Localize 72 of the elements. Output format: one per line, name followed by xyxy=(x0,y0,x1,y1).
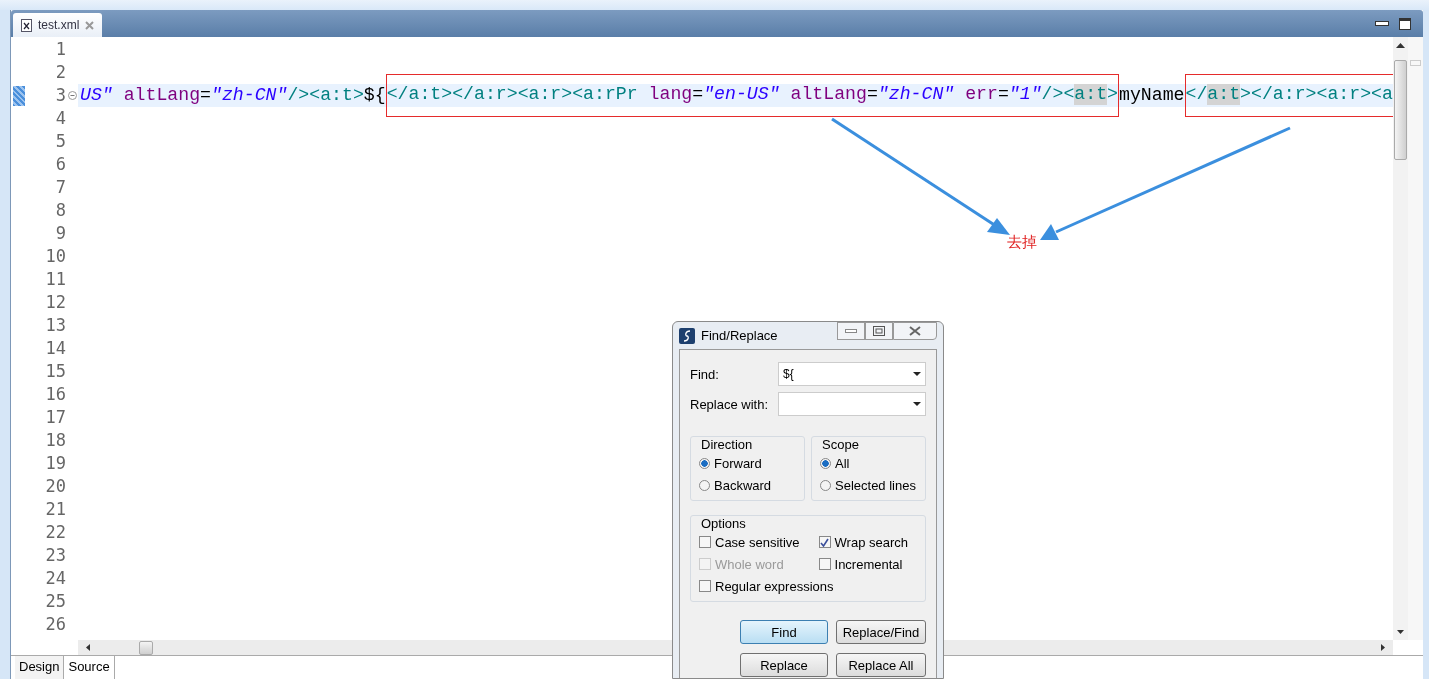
radio-label[interactable]: Selected lines xyxy=(835,477,916,493)
line-number: 14 xyxy=(44,337,66,360)
code-token: = xyxy=(866,84,878,105)
annotation-text: 去掉 xyxy=(1007,233,1037,252)
line-number: 21 xyxy=(44,498,66,521)
line-number: 23 xyxy=(44,544,66,567)
dialog-button[interactable]: Replace xyxy=(740,653,828,677)
line-number: 12 xyxy=(44,291,66,314)
field-label: Find: xyxy=(690,366,719,382)
code-token: />< xyxy=(1041,84,1075,105)
code-token: "en-US" xyxy=(703,84,780,105)
line-number: 25 xyxy=(44,590,66,613)
code-token: altLang xyxy=(789,84,867,105)
code-token: </a:t></a:r><a:r><a:rPr xyxy=(386,84,638,105)
code-token: /><a:t> xyxy=(287,85,364,106)
line-number: 15 xyxy=(44,360,66,383)
line-number: 10 xyxy=(44,245,66,268)
line-number: 5 xyxy=(54,130,66,153)
line-number: 1 xyxy=(54,38,66,61)
checkbox-label[interactable]: Case sensitive xyxy=(715,534,800,550)
code-token: ${ xyxy=(363,85,386,106)
code-token: err xyxy=(964,84,998,105)
code-token: altLang xyxy=(122,85,201,106)
line-number: 17 xyxy=(44,406,66,429)
line-number: 6 xyxy=(54,153,66,176)
code-token: "zh-CN" xyxy=(877,84,955,105)
line-number: 11 xyxy=(44,268,66,291)
dialog-title: Find/Replace xyxy=(701,328,779,343)
code-token: ></a:r><a:r><a xyxy=(1240,84,1393,105)
line-number: 4 xyxy=(54,107,66,130)
checkbox-label[interactable]: Wrap search xyxy=(834,534,908,550)
code-token: "zh-CN" xyxy=(211,85,288,106)
group-title: Direction xyxy=(699,437,755,452)
editor-tab[interactable]: test.xml xyxy=(13,13,103,37)
code-token: a:t xyxy=(1207,84,1241,105)
code-token: = xyxy=(997,84,1009,105)
line-number: 16 xyxy=(44,383,66,406)
dialog-button[interactable]: Find xyxy=(740,620,828,644)
line-number: 24 xyxy=(44,567,66,590)
line-number: 2 xyxy=(54,61,66,84)
checkbox-label[interactable]: Regular expressions xyxy=(715,578,834,594)
line-number: 9 xyxy=(54,222,66,245)
dialog-button[interactable]: Replace All xyxy=(836,653,926,677)
combo-box[interactable]: ${ xyxy=(778,362,926,386)
radio-label[interactable]: Forward xyxy=(714,455,762,471)
code-token: = xyxy=(200,85,211,106)
code-token: a:t xyxy=(1074,84,1108,105)
line-number: 18 xyxy=(44,429,66,452)
radio-label[interactable]: All xyxy=(835,455,850,471)
code-token: myName xyxy=(1119,85,1185,106)
field-label: Replace with: xyxy=(690,396,769,412)
line-number: 3 xyxy=(54,84,66,107)
group-title: Options xyxy=(699,516,748,531)
group-title: Scope xyxy=(820,437,861,452)
code-token: </ xyxy=(1185,84,1208,105)
code-token: > xyxy=(1107,84,1118,105)
line-number: 7 xyxy=(54,176,66,199)
line-number: 19 xyxy=(44,452,66,475)
view-tab[interactable]: Source xyxy=(63,656,115,679)
dialog-button[interactable]: Replace/Find xyxy=(836,620,926,644)
code-token: US" xyxy=(80,85,113,106)
code-token: lang xyxy=(647,84,693,105)
line-number: 22 xyxy=(44,521,66,544)
code-token: "1" xyxy=(1008,84,1042,105)
line-number: 13 xyxy=(44,314,66,337)
view-tab[interactable]: Design xyxy=(15,656,64,679)
line-number: 8 xyxy=(54,199,66,222)
line-number: 20 xyxy=(44,475,66,498)
radio-label[interactable]: Backward xyxy=(714,477,772,493)
line-number: 26 xyxy=(44,613,66,636)
checkbox-label[interactable]: Incremental xyxy=(834,556,903,572)
code-token: = xyxy=(692,84,704,105)
